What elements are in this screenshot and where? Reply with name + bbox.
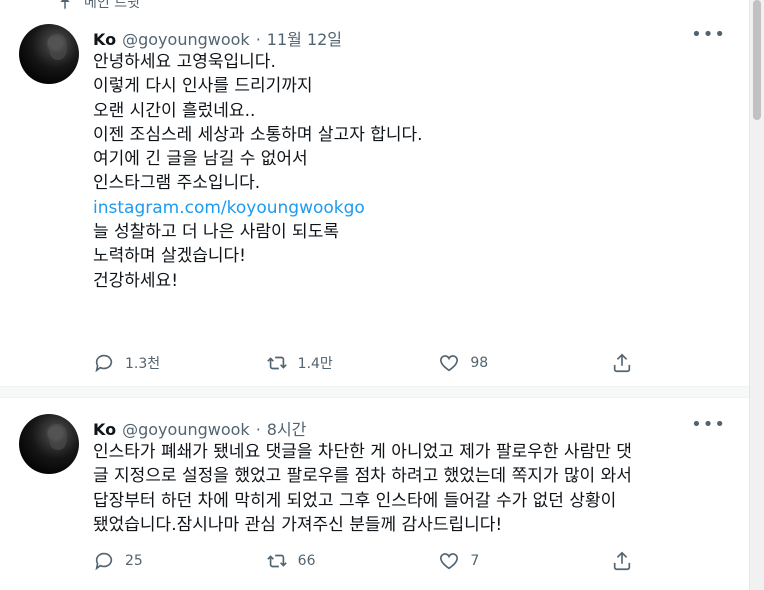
tweet-actions: 25 66 7 <box>93 550 633 572</box>
tweet-line: 여기에 긴 글을 남길 수 없어서 <box>93 149 308 170</box>
tweet-line: 늘 성찰하고 더 나은 사람이 되도록 <box>93 222 339 243</box>
heart-icon <box>440 355 459 372</box>
heart-icon <box>440 553 459 570</box>
tweet-line: 됐었습니다.잠시나마 관심 가져주신 분들께 감사드립니다! <box>93 514 503 535</box>
tweet-timestamp[interactable]: 8시간 <box>267 416 307 440</box>
reply-button[interactable]: 25 <box>93 550 266 572</box>
tweet-text: 인스타가 폐쇄가 됐네요 댓글을 차단한 게 아니었고 제가 팔로우한 사람만 … <box>93 440 728 537</box>
reply-button[interactable]: 1.3천 <box>93 352 266 374</box>
like-button[interactable]: 98 <box>438 352 611 374</box>
share-icon <box>613 353 631 373</box>
tweet-text: 안녕하세요 고영욱입니다. 이렇게 다시 인사를 드리기까지 오랜 시간이 흘렀… <box>93 50 713 293</box>
tweet-header: Ko @goyoungwook · 11월 12일 <box>93 26 342 50</box>
retweet-icon <box>266 356 287 370</box>
retweet-button[interactable]: 66 <box>266 550 439 572</box>
avatar[interactable] <box>19 414 79 474</box>
instagram-link[interactable]: instagram.com/koyoungwookgo <box>93 196 713 220</box>
tweet-header: Ko @goyoungwook · 8시간 <box>93 416 306 440</box>
more-icon[interactable]: ••• <box>691 414 726 435</box>
retweet-icon <box>266 554 287 568</box>
share-button[interactable] <box>611 550 633 572</box>
like-button[interactable]: 7 <box>438 550 611 572</box>
reply-icon <box>95 354 113 373</box>
reply-count: 25 <box>125 553 143 569</box>
author-name[interactable]: Ko <box>93 420 116 439</box>
tweet-line: 인스타그램 주소입니다. <box>93 173 261 194</box>
tweet[interactable]: Ko @goyoungwook · 8시간 ••• 인스타가 폐쇄가 됐네요 댓… <box>0 398 750 590</box>
more-icon[interactable]: ••• <box>691 24 726 45</box>
scrollbar-thumb[interactable] <box>753 0 761 120</box>
tweet-line: 안녕하세요 고영욱입니다. <box>93 52 276 72</box>
author-name[interactable]: Ko <box>93 30 116 49</box>
like-count: 98 <box>470 355 489 371</box>
tweet-line: 이젠 조심스레 세상과 소통하며 살고자 합니다. <box>93 124 423 145</box>
share-button[interactable] <box>611 352 633 374</box>
tweet-timestamp[interactable]: 11월 12일 <box>267 26 342 50</box>
tweet-line: 노력하며 살겠습니다! <box>93 246 246 267</box>
author-handle[interactable]: @goyoungwook <box>122 30 250 49</box>
reply-count: 1.3천 <box>125 356 161 372</box>
timeline: 메인 트윗 Ko @goyoungwook · 11월 12일 ••• 안녕하세… <box>0 0 750 590</box>
share-icon <box>613 551 631 571</box>
scrollbar[interactable] <box>749 0 764 590</box>
like-count: 7 <box>470 553 480 569</box>
retweet-count: 1.4만 <box>297 356 333 372</box>
separator-dot: · <box>255 420 261 439</box>
tweet-line: 인스타가 폐쇄가 됐네요 댓글을 차단한 게 아니었고 제가 팔로우한 사람만 … <box>93 442 632 462</box>
retweet-count: 66 <box>297 553 316 569</box>
tweet-separator <box>0 386 750 398</box>
author-handle[interactable]: @goyoungwook <box>122 420 250 439</box>
reply-icon <box>95 552 113 571</box>
retweet-button[interactable]: 1.4만 <box>266 352 439 374</box>
tweet-line: 글 지정으로 설정을 했었고 팔로우를 점차 하려고 했었는데 쪽지가 많이 와… <box>93 466 632 487</box>
tweet-line: 건강하세요! <box>93 270 179 291</box>
tweet-line: 이렇게 다시 인사를 드리기까지 <box>93 76 313 97</box>
avatar[interactable] <box>19 24 79 84</box>
tweet-line: 오랜 시간이 흘렀네요.. <box>93 100 256 121</box>
tweet-line: 답장부터 하던 차에 막히게 되었고 그후 인스타에 들어갈 수가 없던 상황이 <box>93 490 617 511</box>
tweet[interactable]: Ko @goyoungwook · 11월 12일 ••• 안녕하세요 고영욱입… <box>0 0 750 386</box>
separator-dot: · <box>255 30 261 49</box>
tweet-actions: 1.3천 1.4만 98 <box>93 352 633 374</box>
